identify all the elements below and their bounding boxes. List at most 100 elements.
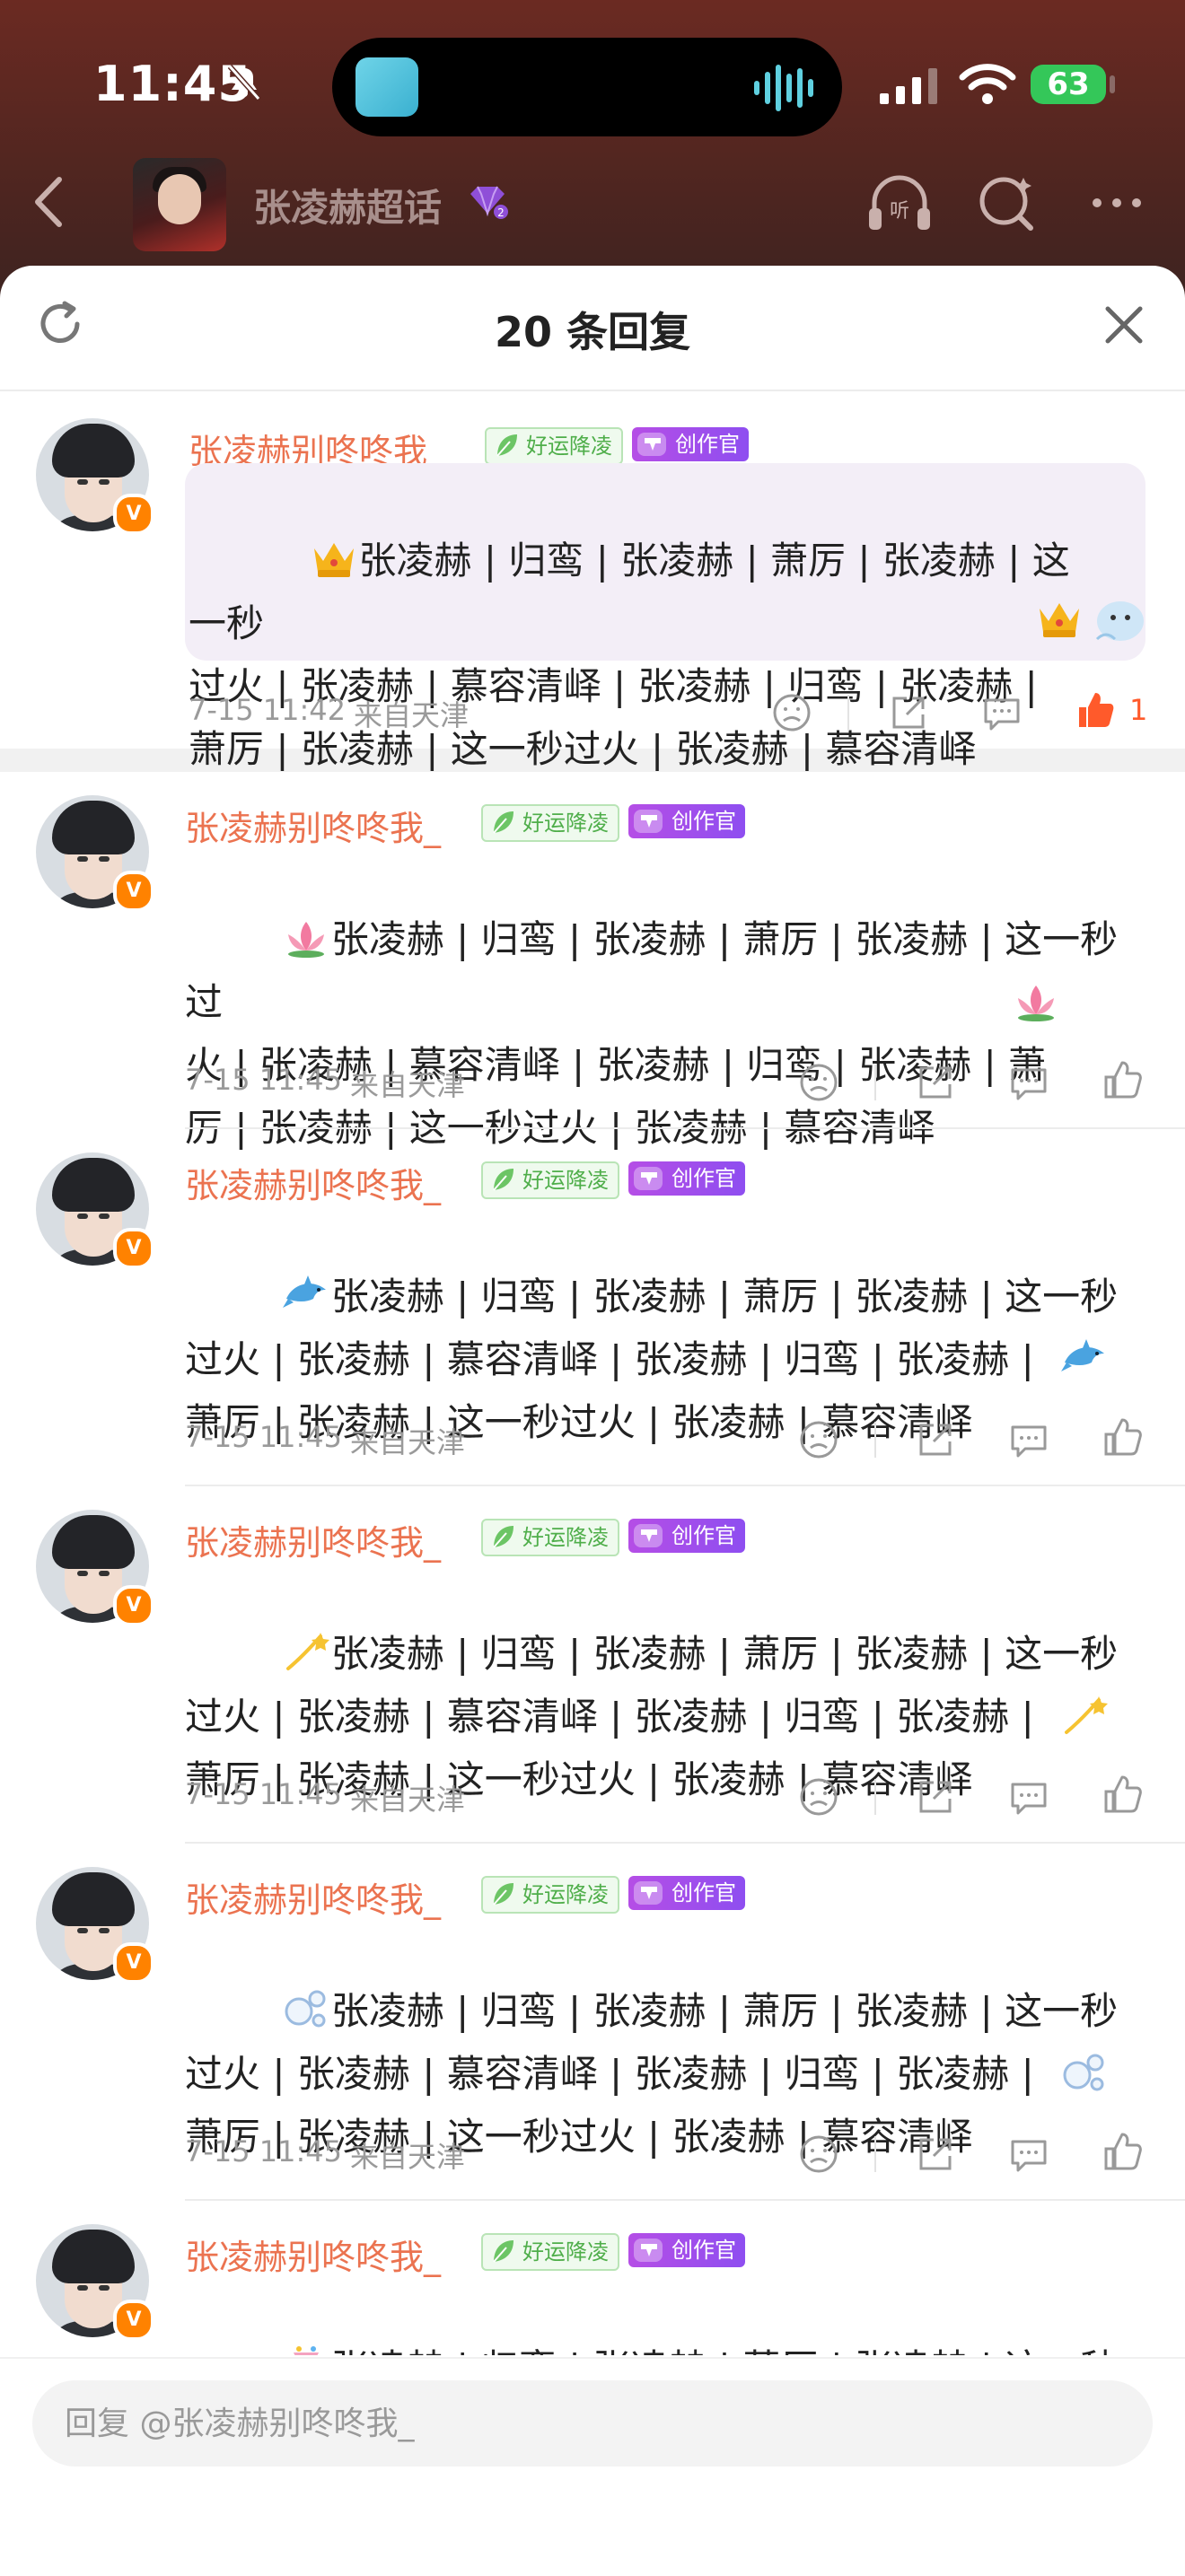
sheet-header: 20 条回复 [0, 266, 1185, 391]
comment-location: 来自天津 [350, 1783, 466, 1817]
battery-level: 63 [1047, 66, 1090, 102]
action-separator [874, 1065, 876, 1100]
battery-tip [1110, 75, 1115, 93]
share-icon[interactable] [914, 2133, 957, 2176]
comment-icon[interactable] [1007, 1775, 1050, 1818]
comment-body[interactable]: 张凌赫 | 归鸾 | 张凌赫 | 萧厉 | 张凌赫 | 这一秒 [185, 2274, 1154, 2355]
dislike-face-icon[interactable] [797, 1418, 840, 1461]
name-row: 张凌赫别咚咚我_ 好运降凌 创作官 [185, 1158, 993, 1205]
wifi-icon [959, 64, 1016, 104]
share-icon[interactable] [887, 691, 930, 734]
like-count: 1 [1129, 693, 1148, 727]
silent-bell-icon [227, 65, 261, 101]
reply-bar [0, 2357, 1185, 2576]
comment-location: 来自天津 [350, 1425, 466, 1459]
verified-badge-icon: V [113, 1942, 154, 1984]
tag-creator[interactable]: 创作官 [632, 427, 749, 461]
share-icon[interactable] [914, 1775, 957, 1818]
crown-emoji-icon-end [1040, 603, 1079, 637]
username[interactable]: 张凌赫别咚咚我_ [185, 1158, 441, 1207]
username[interactable]: 张凌赫别咚咚我_ [185, 801, 441, 850]
like-thumb-icon[interactable] [1101, 1774, 1144, 1817]
username[interactable]: 张凌赫别咚咚我_ [185, 1872, 441, 1922]
username[interactable]: 张凌赫别咚咚我_ [185, 1515, 441, 1564]
tag-good-luck[interactable]: 好运降凌 [481, 804, 619, 842]
comment-item: V 张凌赫别咚咚我_ 好运降凌 创作官 张凌赫 | 归鸾 | 张凌赫 | 萧厉 … [0, 2201, 1185, 2355]
tag-creator[interactable]: 创作官 [628, 804, 745, 838]
now-playing-thumbnail [356, 57, 418, 117]
action-separator [874, 1422, 876, 1458]
like-thumb-icon[interactable] [1101, 2131, 1144, 2174]
lotus-emoji-icon [287, 922, 324, 958]
search-icon[interactable] [971, 167, 1043, 239]
tag-good-luck[interactable]: 好运降凌 [485, 427, 623, 465]
creator-badge-icon [634, 810, 663, 833]
bubble-decoration-sticker [1095, 601, 1144, 641]
lucky-leaf-icon [496, 434, 517, 457]
dislike-face-icon[interactable] [797, 1775, 840, 1818]
share-icon[interactable] [914, 1061, 957, 1104]
tag-creator[interactable]: 创作官 [628, 1161, 745, 1196]
like-thumb-icon[interactable] [1101, 1059, 1144, 1102]
comment-date: 7-15 11:45 [185, 2134, 343, 2169]
lotus-emoji-icon-end [1018, 986, 1054, 1021]
tag-creator[interactable]: 创作官 [628, 1876, 745, 1910]
close-icon[interactable] [1102, 303, 1146, 346]
listen-headphones-icon[interactable]: 听 [864, 167, 935, 239]
comment-date: 7-15 11:45 [185, 1777, 343, 1811]
tag-creator[interactable]: 创作官 [628, 2233, 745, 2267]
creator-badge-icon [634, 1524, 663, 1547]
comment-icon[interactable] [1007, 2133, 1050, 2176]
creator-badge-icon [634, 2239, 663, 2262]
dislike-face-icon[interactable] [797, 1061, 840, 1104]
audio-wave-icon [754, 65, 813, 111]
comment-location: 来自天津 [354, 698, 470, 732]
sheet-title: 20 条回复 [494, 308, 691, 356]
lucky-leaf-icon [493, 811, 514, 834]
verified-badge-icon: V [113, 1585, 154, 1626]
tag-good-luck[interactable]: 好运降凌 [481, 1519, 619, 1556]
reply-input[interactable] [32, 2380, 1153, 2466]
comment-item: V 张凌赫别咚咚我_ 好运降凌 创作官 张凌赫 | 归鸾 | 张凌赫 | 萧厉 … [0, 772, 1185, 1150]
comment-item: V 张凌赫别咚咚我_ 好运降凌 创作官 张凌赫 | 归鸾 | 张凌赫 | 萧厉 … [0, 1486, 1185, 1844]
like-thumb-icon[interactable] [1101, 1416, 1144, 1459]
comment-icon[interactable] [980, 691, 1023, 734]
creator-badge-icon [634, 1167, 663, 1190]
supertopic-avatar[interactable] [133, 158, 226, 251]
comment-icon[interactable] [1007, 1418, 1050, 1461]
verified-badge-icon: V [113, 494, 154, 535]
comment-icon[interactable] [1007, 1061, 1050, 1104]
share-icon[interactable] [914, 1418, 957, 1461]
comment-item: V 张凌赫别咚咚我_ 好运降凌 创作官 张凌赫 | 归鸾 | 张凌赫 | 萧厉 … [0, 1844, 1185, 2201]
svg-text:听: 听 [890, 200, 909, 223]
back-arrow-icon[interactable] [27, 171, 72, 233]
dolphin-emoji-icon-end [1061, 1339, 1104, 1371]
verified-badge-icon: V [113, 871, 154, 912]
comment-bubble[interactable]: 张凌赫 | 归鸾 | 张凌赫 | 萧厉 | 张凌赫 | 这一秒 过火 | 张凌赫… [185, 463, 1146, 771]
app-header: 张凌赫超话 2 听 [0, 144, 1185, 260]
like-thumb-icon[interactable] [1074, 689, 1117, 732]
confetti-emoji-icon [293, 2346, 319, 2355]
comment-date: 7-15 11:45 [185, 1063, 343, 1097]
replies-sheet: 20 条回复 V 张凌赫别咚咚我_ 好运降凌 创作官 张凌赫 | 归鸾 | 张凌… [0, 266, 1185, 2576]
comment-list[interactable]: V 张凌赫别咚咚我_ 好运降凌 创作官 张凌赫 | 归鸾 | 张凌赫 | 萧厉 … [0, 390, 1185, 2355]
creator-badge-icon [634, 1881, 663, 1905]
name-row: 张凌赫别咚咚我_ 好运降凌 创作官 [185, 2230, 993, 2277]
dolphin-emoji-icon [282, 1275, 326, 1308]
comment-date: 7-15 11:42 [189, 693, 347, 727]
more-options-icon[interactable] [1081, 167, 1153, 239]
supertopic-title[interactable]: 张凌赫超话 [253, 178, 442, 232]
username[interactable]: 张凌赫别咚咚我_ [185, 2230, 441, 2279]
dislike-face-icon[interactable] [770, 691, 813, 734]
tag-good-luck[interactable]: 好运降凌 [481, 2233, 619, 2271]
tag-good-luck[interactable]: 好运降凌 [481, 1876, 619, 1914]
tag-good-luck[interactable]: 好运降凌 [481, 1161, 619, 1199]
cellular-signal-icon [880, 68, 937, 104]
lucky-leaf-icon [493, 2240, 514, 2263]
action-separator [847, 695, 849, 731]
dislike-face-icon[interactable] [797, 2133, 840, 2176]
dizzy-star-emoji-icon [285, 1633, 329, 1670]
tag-creator[interactable]: 创作官 [628, 1519, 745, 1553]
dynamic-island[interactable] [332, 38, 842, 136]
action-separator [874, 2136, 876, 2172]
